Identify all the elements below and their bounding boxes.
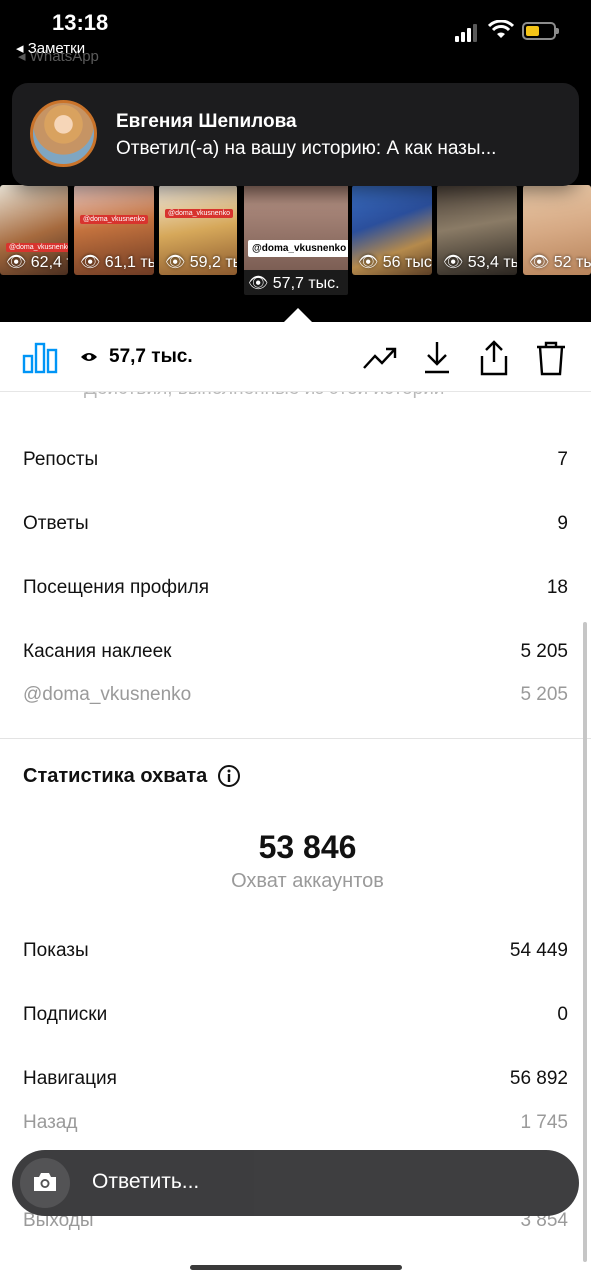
row-label: Касания наклеек [23,641,172,662]
reach-row: Подписки 0 [23,1004,568,1026]
notification-banner[interactable]: Евгения Шепилова Ответил(-а) на вашу ист… [12,83,579,186]
row-value: 54 449 [509,940,568,961]
row-value: 5 205 [520,641,568,662]
row-label: Показы [23,940,89,961]
notification-sender: Евгения Шепилова [116,111,297,132]
navigation-detail-row: Назад 1 745 [23,1112,568,1134]
thumbnail-views: 👁 56 тыс. [358,254,432,271]
interaction-row: Репосты 7 [23,449,568,471]
story-toolbar: 57,7 тыс. [0,322,591,392]
story-thumbnail[interactable]: @doma_vkusnenko 👁 59,2 тыс. [159,185,237,275]
active-story-handle: @doma_vkusnenko [248,240,348,257]
thumbnail-tag: @doma_vkusnenko [80,215,148,224]
thumbnail-views: 👁 61,1 тыс. [80,254,154,271]
selected-pointer [283,308,313,322]
battery-icon [522,22,559,40]
thumbnail-views: 👁 52 тыс. [529,254,591,271]
thumbnail-views: 👁 59,2 тыс. [165,254,237,271]
story-thumbnail[interactable]: @doma_vkusnenko 👁 61,1 тыс. [74,185,154,275]
row-value: 9 [557,513,568,534]
status-time: 13:18 [52,10,109,35]
section-divider [0,738,591,739]
notification-message: Ответил(-а) на вашу историю: А как назы.… [116,138,497,159]
trending-icon[interactable] [362,344,398,372]
row-value: 18 [546,577,568,598]
thumbnail-tag: @doma_vkusnenko [6,243,68,252]
reach-section-title: Статистика охвата [23,764,241,788]
row-label: Назад [23,1112,78,1133]
reach-row: Показы 54 449 [23,940,568,962]
trash-icon[interactable] [535,340,567,376]
accounts-reached-number: 53 846 [258,829,357,865]
story-thumbnail[interactable]: @doma_vkusnenko 👁 62,4 тыс. [0,185,68,275]
stats-chart-icon[interactable] [22,340,58,374]
active-story-views: 👁 57,7 тыс. [248,275,340,292]
camera-icon [34,1173,56,1191]
story-thumbnail[interactable]: 👁 56 тыс. [352,185,432,275]
row-label: Навигация [23,1068,117,1089]
reply-bar[interactable]: Ответить... [12,1150,579,1216]
row-value: 7 [557,449,568,470]
sticker-handle: @doma_vkusnenko [23,684,192,705]
reply-input[interactable]: Ответить... [92,1170,199,1194]
sticker-taps: 5 205 [520,684,568,705]
accounts-reached-label: Охват аккаунтов [231,870,384,892]
thumbnail-views: 👁 53,4 тыс. [443,254,517,271]
download-icon[interactable] [423,340,451,374]
wifi-icon [488,20,514,38]
row-value: 1 745 [520,1112,568,1133]
insights-sheet: 57,7 тыс. Действия, выполненные из этой … [0,322,591,1280]
row-label: Ответы [23,513,89,534]
reach-row: Навигация 56 892 [23,1068,568,1090]
info-icon[interactable] [217,764,241,788]
status-bar: 13:18 ◂ WhatsApp ◂ Заметки [0,0,591,70]
scrollbar[interactable] [583,622,587,1262]
cellular-signal-icon [455,24,477,42]
back-to-app-link[interactable]: ◂ Заметки [16,39,85,57]
interaction-row: Ответы 9 [23,513,568,535]
camera-button[interactable] [20,1158,70,1208]
row-label: Посещения профиля [23,577,209,598]
home-indicator [190,1265,402,1270]
interaction-row: Посещения профиля 18 [23,577,568,599]
story-thumbnail[interactable]: 👁 53,4 тыс. [437,185,517,275]
row-value: 0 [557,1004,568,1025]
interaction-row: Касания наклеек 5 205 [23,641,568,663]
reach-title-text: Статистика охвата [23,764,208,787]
eye-icon [81,353,97,361]
row-label: Подписки [23,1004,108,1025]
thumbnail-tag: @doma_vkusnenko [165,209,233,218]
sticker-detail-row[interactable]: @doma_vkusnenko 5 205 [23,684,568,706]
share-icon[interactable] [478,340,510,376]
thumbnail-views: 👁 62,4 тыс. [6,254,68,271]
row-label: Репосты [23,449,99,470]
row-value: 56 892 [509,1068,568,1089]
story-thumbnail[interactable]: 👁 52 тыс. [523,185,591,275]
story-strip-area: 13:18 ◂ WhatsApp ◂ Заметки @doma_vkusnen… [0,0,591,322]
views-count: 57,7 тыс. [109,346,193,367]
sender-avatar [30,100,97,167]
